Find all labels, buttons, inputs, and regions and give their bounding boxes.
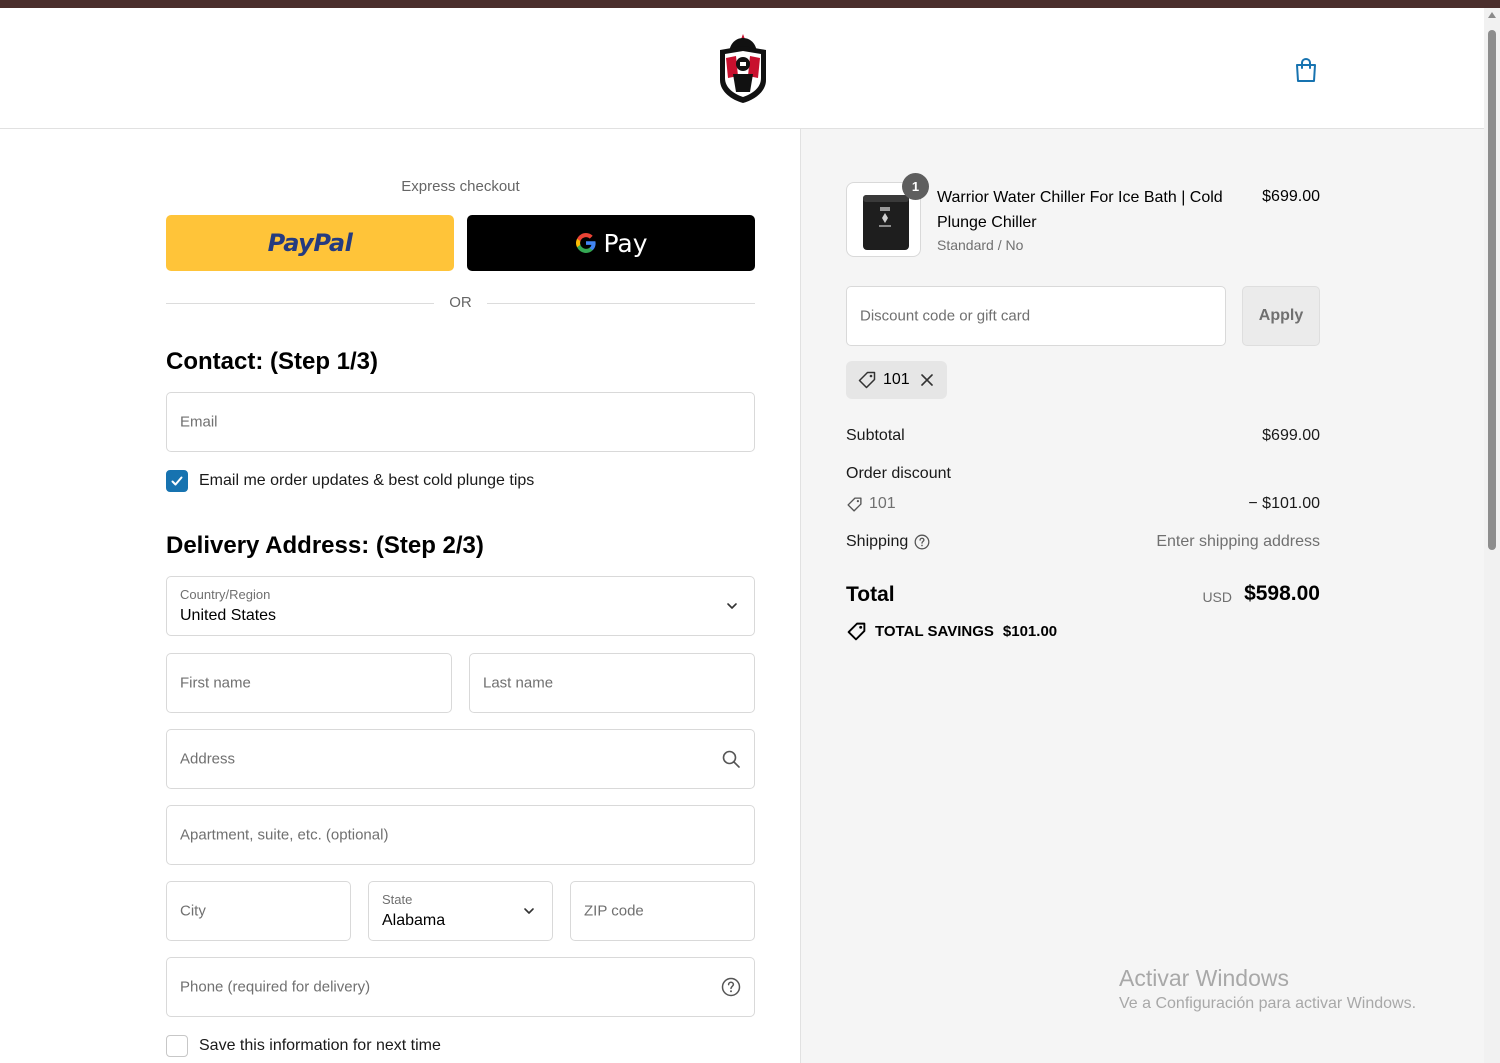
total-amount: $598.00	[1244, 582, 1320, 605]
product-variant: Standard / No	[937, 237, 1024, 253]
zip-code-field[interactable]: ZIP code	[570, 881, 755, 941]
paypal-button[interactable]: PayPal	[166, 215, 454, 271]
shipping-value: Enter shipping address	[1156, 533, 1320, 550]
save-info-checkbox[interactable]	[166, 1035, 188, 1057]
order-discount-value: − $101.00	[1248, 495, 1320, 512]
apply-discount-button[interactable]: Apply	[1242, 286, 1320, 346]
newsletter-label: Email me order updates & best cold plung…	[199, 472, 535, 489]
discount-code-field[interactable]: Discount code or gift card	[846, 286, 1226, 346]
savings-tag-icon	[847, 622, 866, 641]
product-name: Warrior Water Chiller For Ice Bath | Col…	[937, 189, 1223, 231]
last-name-field[interactable]: Last name	[469, 653, 755, 713]
divider-line-right	[487, 303, 755, 304]
apartment-field[interactable]: Apartment, suite, etc. (optional)	[166, 805, 755, 865]
tag-icon	[847, 496, 862, 512]
scroll-up-arrow-icon[interactable]	[1488, 12, 1496, 18]
shipping-row: Shipping	[846, 533, 930, 551]
city-placeholder: City	[180, 902, 206, 920]
quantity-badge: 1	[902, 173, 929, 200]
total-savings-label: TOTAL SAVINGS	[875, 623, 994, 640]
save-info-label: Save this information for next time	[199, 1037, 441, 1054]
order-discount-code-row: 101	[846, 495, 896, 513]
browser-top-strip	[0, 0, 1500, 8]
subtotal-label: Subtotal	[846, 427, 905, 444]
newsletter-checkbox-row[interactable]: Email me order updates & best cold plung…	[166, 470, 534, 492]
close-icon	[920, 374, 933, 386]
subtotal-value: $699.00	[1262, 427, 1320, 444]
google-g-icon	[576, 233, 597, 253]
state-label: State	[382, 892, 413, 907]
country-value: United States	[180, 607, 277, 624]
site-header	[0, 8, 1484, 129]
or-divider: OR	[166, 294, 755, 314]
shipping-label: Shipping	[846, 533, 909, 550]
order-summary-panel	[800, 129, 1484, 1063]
total-savings-row: TOTAL SAVINGS $101.00	[846, 621, 1057, 642]
phone-field[interactable]: Phone (required for delivery)	[166, 957, 755, 1017]
zip-code-placeholder: ZIP code	[584, 902, 644, 920]
google-pay-button[interactable]: Pay	[467, 215, 755, 271]
google-pay-label: Pay	[603, 228, 648, 258]
windows-activation-title: Activar Windows	[1119, 965, 1289, 991]
paypal-logo: PayPal	[267, 229, 353, 257]
page-scrollbar[interactable]	[1484, 8, 1500, 1063]
applied-discount-chip: 101	[846, 361, 947, 399]
product-price: $699.00	[1262, 188, 1320, 205]
spartan-warrior-logo[interactable]	[716, 32, 770, 104]
address-field[interactable]: Address	[166, 729, 755, 789]
help-circle-icon[interactable]	[721, 977, 741, 997]
delivery-section-title: Delivery Address: (Step 2/3)	[166, 532, 484, 559]
total-currency: USD	[1202, 589, 1232, 605]
first-name-placeholder: First name	[180, 674, 251, 692]
order-discount-label: Order discount	[846, 465, 951, 482]
state-value: Alabama	[382, 912, 446, 929]
discount-code-placeholder: Discount code or gift card	[860, 307, 1031, 325]
email-field[interactable]: Email	[166, 392, 755, 452]
search-icon[interactable]	[721, 749, 741, 769]
tag-icon	[858, 371, 876, 389]
order-discount-code: 101	[869, 495, 896, 512]
divider-line-left	[166, 303, 434, 304]
applied-discount-code: 101	[883, 371, 910, 388]
last-name-placeholder: Last name	[483, 674, 554, 692]
phone-placeholder: Phone (required for delivery)	[180, 978, 371, 996]
help-circle-icon[interactable]	[914, 534, 930, 550]
shopping-bag-icon[interactable]	[1292, 56, 1320, 84]
email-placeholder: Email	[180, 413, 218, 431]
scrollbar-thumb[interactable]	[1488, 30, 1496, 550]
total-savings-value: $101.00	[1002, 623, 1058, 640]
or-text: OR	[449, 294, 472, 311]
contact-section-title: Contact: (Step 1/3)	[166, 348, 379, 375]
state-select[interactable]: State Alabama	[368, 881, 553, 941]
checkmark-icon	[171, 476, 183, 486]
first-name-field[interactable]: First name	[166, 653, 452, 713]
country-label: Country/Region	[180, 587, 271, 602]
express-checkout-label: Express checkout	[401, 178, 520, 195]
total-label: Total	[846, 583, 895, 606]
newsletter-checkbox[interactable]	[166, 470, 188, 492]
apartment-placeholder: Apartment, suite, etc. (optional)	[180, 826, 389, 844]
remove-discount-button[interactable]	[920, 373, 934, 387]
country-select[interactable]: Country/Region United States	[166, 576, 755, 636]
city-field[interactable]: City	[166, 881, 351, 941]
address-placeholder: Address	[180, 750, 236, 768]
save-info-checkbox-row[interactable]: Save this information for next time	[166, 1035, 441, 1057]
chevron-down-icon	[524, 908, 534, 914]
chevron-down-icon	[727, 603, 737, 609]
windows-activation-subtitle: Ve a Configuración para activar Windows.	[1119, 995, 1417, 1012]
